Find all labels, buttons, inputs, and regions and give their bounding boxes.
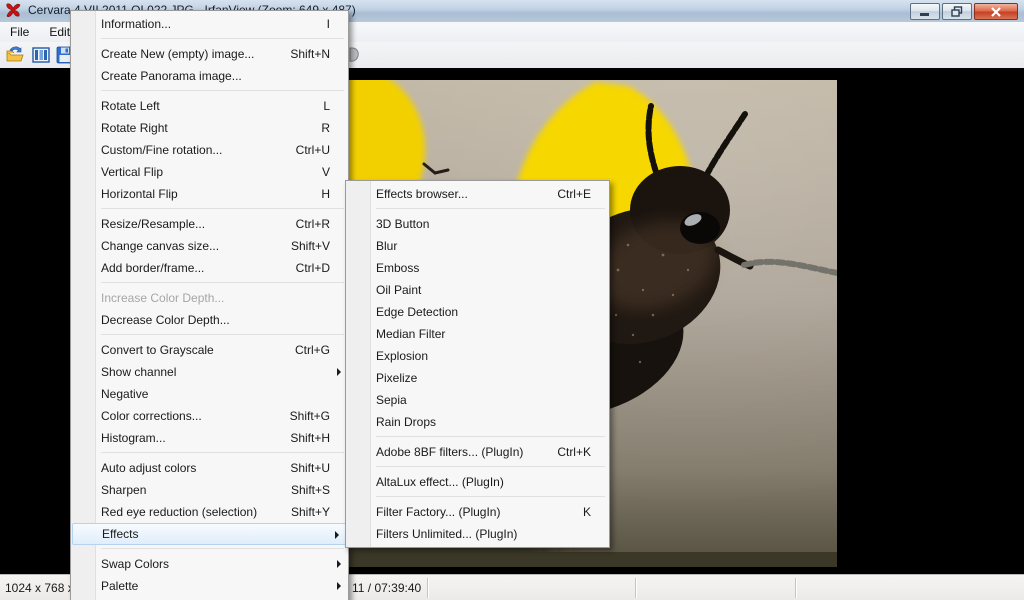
thumbnails-icon[interactable] xyxy=(31,45,51,65)
window-controls xyxy=(910,3,1018,20)
menu-item-swap-colors[interactable]: Swap Colors xyxy=(71,553,348,575)
menu-item-auto-adjust-colors[interactable]: Auto adjust colorsShift+U xyxy=(71,457,348,479)
statusbar-separator xyxy=(635,578,637,598)
submenu-arrow-icon xyxy=(337,368,341,376)
submenu-arrow-icon xyxy=(337,560,341,568)
menu-item-edge-detection[interactable]: Edge Detection xyxy=(346,301,609,323)
restore-button[interactable] xyxy=(942,3,972,20)
irfanview-window: Cervara 4 VII 2011 OL022.JPG - IrfanView… xyxy=(0,0,1024,600)
menu-item-horizontal-flip[interactable]: Horizontal FlipH xyxy=(71,183,348,205)
menu-item-histogram[interactable]: Histogram...Shift+H xyxy=(71,427,348,449)
menu-separator xyxy=(376,208,605,209)
menu-item-median-filter[interactable]: Median Filter xyxy=(346,323,609,345)
submenu-arrow-icon xyxy=(337,582,341,590)
menu-separator xyxy=(101,90,344,91)
submenu-arrow-icon xyxy=(335,531,339,539)
menu-item-decrease-color-depth[interactable]: Decrease Color Depth... xyxy=(71,309,348,331)
statusbar-separator xyxy=(795,578,797,598)
image-menu-popup: Information...I Create New (empty) image… xyxy=(70,10,349,600)
menu-item-show-channel[interactable]: Show channel xyxy=(71,361,348,383)
menu-separator xyxy=(101,452,344,453)
status-datetime: 11 / 07:39:40 xyxy=(352,581,421,595)
menu-item-add-border-frame[interactable]: Add border/frame...Ctrl+D xyxy=(71,257,348,279)
open-folder-icon[interactable] xyxy=(5,45,25,65)
menu-item-create-new-image[interactable]: Create New (empty) image...Shift+N xyxy=(71,43,348,65)
effects-submenu-popup: Effects browser...Ctrl+E 3D Button Blur … xyxy=(345,180,610,548)
menu-item-create-panorama-image[interactable]: Create Panorama image... xyxy=(71,65,348,87)
close-button[interactable] xyxy=(974,3,1018,20)
menu-item-explosion[interactable]: Explosion xyxy=(346,345,609,367)
menu-item-effects[interactable]: Effects xyxy=(72,523,347,545)
menu-item-effects-browser[interactable]: Effects browser...Ctrl+E xyxy=(346,183,609,205)
menu-item-sharpen[interactable]: SharpenShift+S xyxy=(71,479,348,501)
minimize-icon xyxy=(919,7,931,17)
menu-item-emboss[interactable]: Emboss xyxy=(346,257,609,279)
menu-item-3d-button[interactable]: 3D Button xyxy=(346,213,609,235)
menu-item-rain-drops[interactable]: Rain Drops xyxy=(346,411,609,433)
menu-separator xyxy=(101,548,344,549)
menu-item-rotate-left[interactable]: Rotate LeftL xyxy=(71,95,348,117)
menu-separator xyxy=(101,334,344,335)
menu-item-change-canvas-size[interactable]: Change canvas size...Shift+V xyxy=(71,235,348,257)
menu-separator xyxy=(101,208,344,209)
menu-item-filters-unlimited[interactable]: Filters Unlimited... (PlugIn) xyxy=(346,523,609,545)
menu-item-oil-paint[interactable]: Oil Paint xyxy=(346,279,609,301)
close-icon xyxy=(990,7,1002,17)
menu-item-filter-factory[interactable]: Filter Factory... (PlugIn)K xyxy=(346,501,609,523)
menu-item-increase-color-depth[interactable]: Increase Color Depth... xyxy=(71,287,348,309)
menu-separator xyxy=(376,496,605,497)
menu-item-adobe-8bf-filters[interactable]: Adobe 8BF filters... (PlugIn)Ctrl+K xyxy=(346,441,609,463)
menubar-file[interactable]: File xyxy=(0,23,39,41)
menu-item-altalux-effect[interactable]: AltaLux effect... (PlugIn) xyxy=(346,471,609,493)
menu-separator xyxy=(376,436,605,437)
status-image-size: 1024 x 768 x xyxy=(5,581,74,595)
app-icon-irfanview xyxy=(4,2,22,20)
menu-item-custom-fine-rotation[interactable]: Custom/Fine rotation...Ctrl+U xyxy=(71,139,348,161)
menu-item-convert-to-grayscale[interactable]: Convert to GrayscaleCtrl+G xyxy=(71,339,348,361)
statusbar-separator xyxy=(427,578,429,598)
menu-item-blur[interactable]: Blur xyxy=(346,235,609,257)
menu-item-red-eye-reduction[interactable]: Red eye reduction (selection)Shift+Y xyxy=(71,501,348,523)
menu-item-rotate-right[interactable]: Rotate RightR xyxy=(71,117,348,139)
menu-item-information[interactable]: Information...I xyxy=(71,13,348,35)
menu-item-pixelize[interactable]: Pixelize xyxy=(346,367,609,389)
restore-icon xyxy=(951,6,963,17)
menu-item-negative[interactable]: Negative xyxy=(71,383,348,405)
minimize-button[interactable] xyxy=(910,3,940,20)
menu-separator xyxy=(101,38,344,39)
menu-item-palette[interactable]: Palette xyxy=(71,575,348,597)
menu-separator xyxy=(376,466,605,467)
menu-item-resize-resample[interactable]: Resize/Resample...Ctrl+R xyxy=(71,213,348,235)
menu-item-vertical-flip[interactable]: Vertical FlipV xyxy=(71,161,348,183)
menu-item-color-corrections[interactable]: Color corrections...Shift+G xyxy=(71,405,348,427)
menu-item-sepia[interactable]: Sepia xyxy=(346,389,609,411)
menu-separator xyxy=(101,282,344,283)
